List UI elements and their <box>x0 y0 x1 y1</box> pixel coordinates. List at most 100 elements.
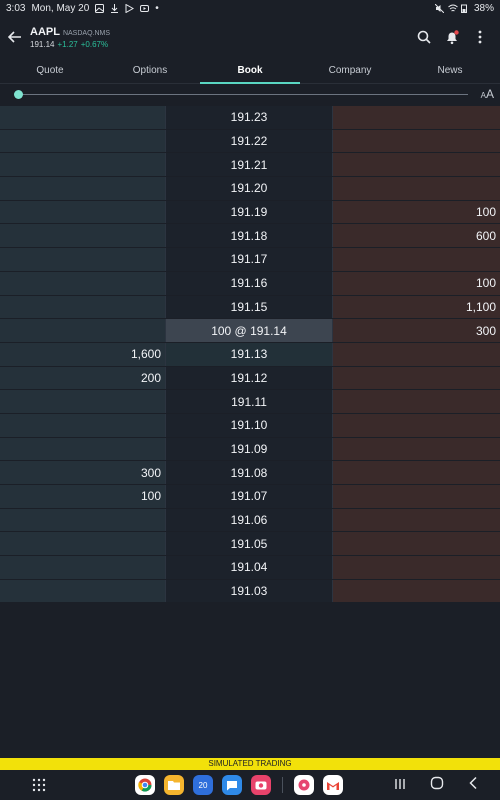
tab-company[interactable]: Company <box>300 58 400 83</box>
book-row[interactable]: 191.18 600 <box>0 224 500 249</box>
book-row[interactable]: 191.05 <box>0 532 500 557</box>
messages-icon[interactable] <box>222 775 242 795</box>
alerts-button[interactable] <box>444 29 460 45</box>
book-price: 191.17 <box>165 248 333 271</box>
bid-size <box>0 177 165 200</box>
book-row[interactable]: 191.04 <box>0 556 500 580</box>
book-price: 191.09 <box>165 437 333 461</box>
play-store-icon <box>125 3 135 13</box>
book-row[interactable]: 191.23 <box>0 106 500 130</box>
book-price: 191.20 <box>165 177 333 200</box>
book-row[interactable]: 191.17 <box>0 248 500 272</box>
last-price: 191.14 <box>30 39 55 49</box>
dock-separator <box>282 777 283 793</box>
bid-size <box>0 579 165 603</box>
ask-size <box>333 579 500 603</box>
bid-size: 300 <box>0 461 165 484</box>
book-price: 191.08 <box>165 461 333 484</box>
book-row[interactable]: 191.06 <box>0 508 500 533</box>
book-row[interactable]: 191.15 1,100 <box>0 295 500 320</box>
gmail-icon[interactable] <box>323 775 343 795</box>
blossom-app-icon[interactable] <box>294 775 314 795</box>
bid-size <box>0 413 165 437</box>
book-row[interactable]: 191.19 100 <box>0 200 500 225</box>
book-price: 191.11 <box>165 390 333 413</box>
book-row[interactable]: 300 191.08 <box>0 461 500 485</box>
calendar-icon[interactable]: 20 <box>193 775 213 795</box>
files-icon[interactable] <box>164 775 184 795</box>
camera-icon[interactable] <box>251 775 271 795</box>
ask-size <box>333 485 500 508</box>
ask-size: 100 <box>333 271 500 295</box>
book-price: 191.23 <box>165 106 333 129</box>
depth-slider-thumb[interactable] <box>14 90 23 99</box>
ask-size <box>333 461 500 484</box>
home-button[interactable] <box>430 776 444 795</box>
tab-book[interactable]: Book <box>200 58 300 84</box>
battery-icon <box>460 4 470 13</box>
system-back-button[interactable] <box>468 776 478 795</box>
book-row[interactable]: 191.03 <box>0 579 500 604</box>
app-drawer-button[interactable] <box>32 778 46 797</box>
ask-size <box>333 390 500 413</box>
book-price: 191.13 <box>165 342 333 366</box>
ask-size: 1,100 <box>333 295 500 319</box>
book-row[interactable]: 191.22 <box>0 129 500 154</box>
ask-size <box>333 366 500 390</box>
bid-size <box>0 248 165 271</box>
bid-size <box>0 437 165 461</box>
app-dock: 20 <box>135 775 343 795</box>
recents-icon <box>395 778 405 789</box>
tab-options[interactable]: Options <box>100 58 200 83</box>
book-row[interactable]: 191.10 <box>0 413 500 438</box>
book-price: 191.06 <box>165 508 333 532</box>
book-price: 191.19 <box>165 200 333 224</box>
simulated-trading-banner: SIMULATED TRADING <box>0 758 500 770</box>
book-row[interactable]: 1,600 191.13 <box>0 342 500 367</box>
chrome-icon[interactable] <box>135 775 155 795</box>
book-row[interactable]: 100 @ 191.14 300 <box>0 319 500 343</box>
book-row[interactable]: 200 191.12 <box>0 366 500 391</box>
home-icon <box>430 776 444 790</box>
back-arrow-icon <box>8 31 21 43</box>
book-row[interactable]: 191.09 <box>0 437 500 462</box>
more-options-button[interactable] <box>472 29 488 45</box>
bid-size <box>0 200 165 224</box>
book-price: 191.10 <box>165 413 333 437</box>
bid-size <box>0 556 165 579</box>
book-price: 191.05 <box>165 532 333 556</box>
book-row[interactable]: 100 191.07 <box>0 485 500 509</box>
tab-quote[interactable]: Quote <box>0 58 100 83</box>
search-button[interactable] <box>416 29 432 45</box>
bid-size: 200 <box>0 366 165 390</box>
bid-size <box>0 390 165 413</box>
more-dot-icon: • <box>155 2 159 14</box>
book-price: 191.03 <box>165 579 333 603</box>
status-time: 3:03 <box>6 2 26 14</box>
ask-size <box>333 129 500 153</box>
book-row[interactable]: 191.16 100 <box>0 271 500 296</box>
back-chevron-icon <box>469 776 477 790</box>
book-price: 191.15 <box>165 295 333 319</box>
search-icon <box>417 30 431 44</box>
font-size-button[interactable]: AA <box>481 87 494 101</box>
tab-news[interactable]: News <box>400 58 500 83</box>
battery-level: 38% <box>473 2 494 14</box>
book-price: 191.18 <box>165 224 333 248</box>
status-bar: 3:03 Mon, May 20 • 38% <box>0 0 500 16</box>
recents-button[interactable] <box>394 777 406 795</box>
back-button[interactable] <box>0 20 30 54</box>
ask-size: 600 <box>333 224 500 248</box>
ask-size <box>333 177 500 200</box>
bid-size: 100 <box>0 485 165 508</box>
book-row[interactable]: 191.21 <box>0 153 500 178</box>
book-row[interactable]: 191.20 <box>0 177 500 201</box>
bid-size <box>0 319 165 342</box>
ask-size <box>333 342 500 366</box>
system-nav-bar: 20 <box>0 770 500 800</box>
book-row[interactable]: 191.11 <box>0 390 500 414</box>
depth-slider-track[interactable] <box>18 94 468 95</box>
bid-size <box>0 106 165 129</box>
grid-icon <box>32 778 46 792</box>
book-price: 191.22 <box>165 129 333 153</box>
